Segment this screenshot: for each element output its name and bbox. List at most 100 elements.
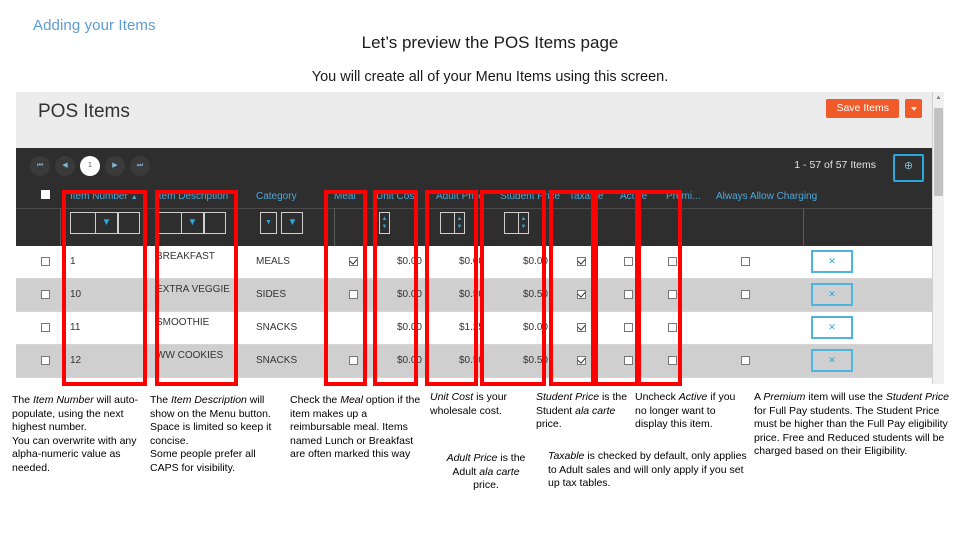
column-header-item-number[interactable]: Item Number ▲ xyxy=(70,191,138,202)
filter-funnel-icon[interactable]: ▼ xyxy=(96,212,118,234)
cell-taxable[interactable] xyxy=(572,345,590,377)
filter-adult-price[interactable]: ▲ ▼ xyxy=(440,212,465,236)
column-header-adult-price[interactable]: Adult Price xyxy=(436,191,484,202)
slide-root: Adding your Items Let’s preview the POS … xyxy=(0,0,960,540)
filter-input[interactable] xyxy=(156,212,182,234)
filter-dropdown-icon[interactable]: ▼ xyxy=(260,212,277,234)
column-header-premium[interactable]: Premi... xyxy=(666,191,700,202)
column-header-taxable[interactable]: Taxable xyxy=(569,191,603,202)
cell-always-allow-charging[interactable] xyxy=(736,345,754,377)
cell-meal[interactable] xyxy=(344,312,362,344)
cell-taxable[interactable] xyxy=(572,246,590,278)
pagination-last-button[interactable]: ⏭ xyxy=(130,156,150,176)
pagination-next-button[interactable]: ▶ xyxy=(105,156,125,176)
delete-row-button[interactable]: ✕ xyxy=(811,349,853,372)
save-items-button[interactable]: Save Items xyxy=(826,99,899,118)
filter-input[interactable] xyxy=(440,212,454,234)
table-row[interactable]: 11 SMOOTHIE SNACKS $0.00 $1.25 $0.00 ✕ xyxy=(16,312,944,345)
checkbox-active[interactable] xyxy=(623,355,633,365)
cell-select[interactable] xyxy=(36,345,54,377)
checkbox-taxable[interactable] xyxy=(576,289,586,299)
filter-spinner[interactable]: ▲ ▼ xyxy=(518,212,529,234)
vertical-scrollbar[interactable]: ▲ xyxy=(932,92,944,384)
checkbox-meal[interactable] xyxy=(348,355,358,365)
checkbox-meal[interactable] xyxy=(348,289,358,299)
cell-always-allow-charging[interactable] xyxy=(736,312,754,344)
scrollbar-thumb[interactable] xyxy=(934,108,943,196)
scroll-up-icon[interactable]: ▲ xyxy=(933,92,944,104)
checkbox-taxable[interactable] xyxy=(576,355,586,365)
filter-input-extra[interactable] xyxy=(204,212,226,234)
add-item-button[interactable]: ⊕ xyxy=(893,154,924,182)
filter-category[interactable]: ▼ ▼ xyxy=(260,212,304,236)
cell-taxable[interactable] xyxy=(572,279,590,311)
table-body: 1 BREAKFAST MEALS $0.00 $0.00 $0.00 ✕ 10 EXTRA V… xyxy=(16,246,944,378)
column-header-unit-cost[interactable]: Unit Cost xyxy=(376,191,417,202)
checkbox-premium[interactable] xyxy=(667,355,677,365)
cell-active[interactable] xyxy=(619,345,637,377)
column-header-student-price[interactable]: Student Price xyxy=(500,191,560,202)
checkbox-active[interactable] xyxy=(623,256,633,266)
cell-active[interactable] xyxy=(619,246,637,278)
column-header-active[interactable]: Active xyxy=(620,191,647,202)
filter-student-price[interactable]: ▲ ▼ xyxy=(504,212,529,236)
checkbox-meal[interactable] xyxy=(348,256,358,266)
filter-funnel-icon[interactable]: ▼ xyxy=(281,212,304,234)
column-header-meal[interactable]: Meal xyxy=(334,191,356,202)
checkbox-taxable[interactable] xyxy=(576,256,586,266)
cell-active[interactable] xyxy=(619,279,637,311)
checkbox-always-allow-charging[interactable] xyxy=(740,256,750,266)
filter-funnel-icon[interactable]: ▼ xyxy=(182,212,204,234)
cell-always-allow-charging[interactable] xyxy=(736,279,754,311)
cell-select[interactable] xyxy=(36,279,54,311)
filter-input[interactable] xyxy=(70,212,96,234)
filter-spinner[interactable]: ▲ ▼ xyxy=(379,212,390,234)
cell-category: SNACKS xyxy=(256,322,298,333)
checkbox-taxable[interactable] xyxy=(576,322,586,332)
checkbox-always-allow-charging[interactable] xyxy=(740,355,750,365)
cell-select[interactable] xyxy=(36,312,54,344)
checkbox-always-allow-charging[interactable] xyxy=(740,289,750,299)
table-row[interactable]: 12 WW COOKIES SNACKS $0.00 $0.50 $0.50 ✕ xyxy=(16,345,944,378)
cell-premium[interactable] xyxy=(663,312,681,344)
delete-row-button[interactable]: ✕ xyxy=(811,316,853,339)
cell-always-allow-charging[interactable] xyxy=(736,246,754,278)
cell-taxable[interactable] xyxy=(572,312,590,344)
column-header-item-description[interactable]: Item Description xyxy=(156,191,228,202)
select-all-checkbox[interactable] xyxy=(41,190,50,202)
filter-unit-cost[interactable]: ▲ ▼ xyxy=(379,212,390,236)
cell-premium[interactable] xyxy=(663,345,681,377)
checkbox-select[interactable] xyxy=(40,322,50,332)
checkbox-select[interactable] xyxy=(40,289,50,299)
filter-item-number[interactable]: ▼ xyxy=(70,212,140,236)
delete-row-button[interactable]: ✕ xyxy=(811,283,853,306)
checkbox-premium[interactable] xyxy=(667,256,677,266)
checkbox-select[interactable] xyxy=(40,355,50,365)
checkbox-premium[interactable] xyxy=(667,322,677,332)
cell-select[interactable] xyxy=(36,246,54,278)
cell-premium[interactable] xyxy=(663,279,681,311)
cell-active[interactable] xyxy=(619,312,637,344)
table-row[interactable]: 1 BREAKFAST MEALS $0.00 $0.00 $0.00 ✕ xyxy=(16,246,944,279)
delete-row-button[interactable]: ✕ xyxy=(811,250,853,273)
checkbox-premium[interactable] xyxy=(667,289,677,299)
filter-item-description[interactable]: ▼ xyxy=(156,212,226,236)
checkbox-active[interactable] xyxy=(623,289,633,299)
cell-meal[interactable] xyxy=(344,345,362,377)
filter-input[interactable] xyxy=(504,212,518,234)
pagination-first-button[interactable]: ⏮ xyxy=(30,156,50,176)
cell-meal[interactable] xyxy=(344,246,362,278)
cell-adult-price: $1.25 xyxy=(458,322,484,333)
cell-meal[interactable] xyxy=(344,279,362,311)
cell-premium[interactable] xyxy=(663,246,681,278)
checkbox-select[interactable] xyxy=(40,256,50,266)
filter-input-extra[interactable] xyxy=(118,212,140,234)
filter-spinner[interactable]: ▲ ▼ xyxy=(454,212,465,234)
pagination-prev-button[interactable]: ◀ xyxy=(55,156,75,176)
checkbox-active[interactable] xyxy=(623,322,633,332)
pagination-page-1-button[interactable]: 1 xyxy=(80,156,100,176)
column-header-category[interactable]: Category xyxy=(256,191,297,202)
save-items-dropdown-button[interactable] xyxy=(905,99,922,118)
table-row[interactable]: 10 EXTRA VEGGIE SIDES $0.00 $0.50 $0.50 ✕ xyxy=(16,279,944,312)
column-header-always-allow-charging[interactable]: Always Allow Charging xyxy=(716,191,817,202)
